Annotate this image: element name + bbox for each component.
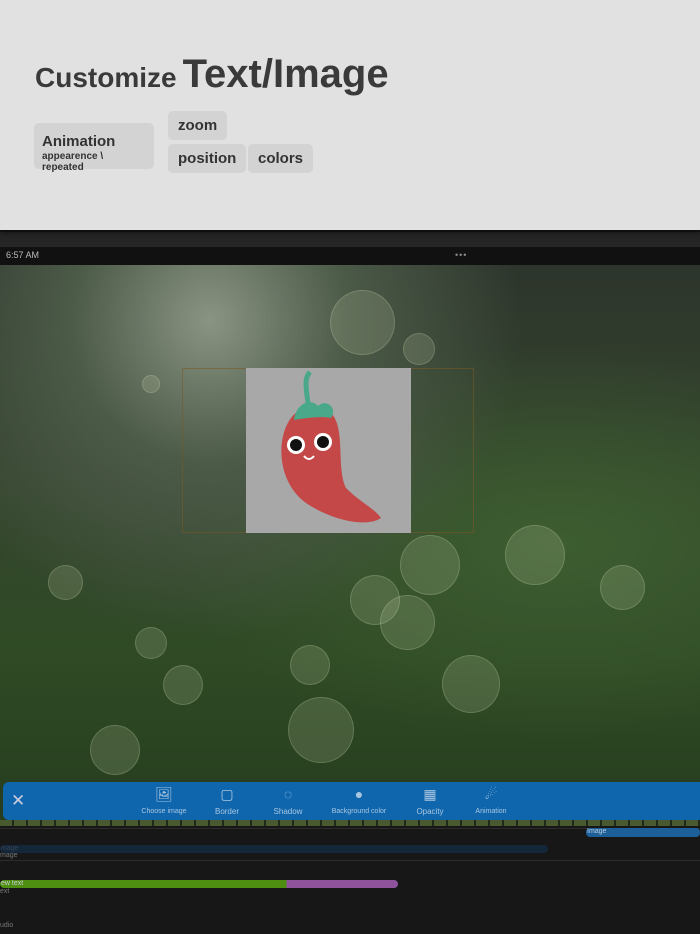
tool-label: Shadow — [273, 807, 303, 816]
track-label-text: ext — [0, 888, 10, 895]
tool-label: Background color — [331, 808, 387, 815]
chip-animation: Animation appearence \ repeated — [34, 123, 154, 173]
chili-illustration — [281, 370, 381, 523]
animation-icon: ☄ — [484, 786, 498, 802]
tool-label: Opacity — [416, 807, 444, 816]
palette-icon: ● — [354, 786, 364, 802]
tool-choose-image[interactable]: 🖼 Choose image — [129, 785, 199, 815]
video-canvas[interactable] — [0, 265, 700, 822]
track-label-audio: udio — [0, 922, 14, 929]
image-track-clip[interactable]: mage — [0, 845, 548, 853]
text-clip[interactable]: ew text — [0, 880, 398, 888]
status-bar: 6:57 AM ••• — [0, 247, 700, 265]
timeline: Image mage mage ew text ext udio — [0, 826, 700, 934]
chip-sublabel: appearence \ repeated — [42, 151, 104, 173]
chip-label: Animation — [42, 133, 116, 150]
image-plus-icon: 🖼 — [155, 786, 173, 802]
device-top-bezel — [0, 232, 700, 247]
image-clip-selected[interactable]: Image — [586, 828, 700, 837]
border-icon: ▢ — [220, 786, 234, 802]
track-label-image: mage — [0, 852, 18, 859]
promo-banner: Customize Text/Image Animation appearence … — [0, 0, 700, 230]
tool-opacity[interactable]: ▦ Opacity — [395, 785, 465, 816]
close-icon[interactable]: ✕ — [11, 791, 25, 811]
image-edit-toolbar: ✕ 🖼 Choose image ▢ Border ◌ Shadow ● Backgro… — [3, 782, 700, 820]
more-dots-icon[interactable]: ••• — [455, 250, 467, 260]
shadow-icon: ◌ — [283, 786, 293, 802]
promo-title: Customize Text/Image — [35, 52, 389, 97]
title-big: Text/Image — [182, 52, 389, 96]
chip-position: position — [168, 144, 247, 173]
chip-colors: colors — [248, 144, 314, 173]
tool-background-color[interactable]: ● Background color — [324, 785, 394, 815]
chip-zoom: zoom — [168, 111, 228, 140]
opacity-icon: ▦ — [423, 786, 437, 802]
tool-label: Animation — [475, 808, 507, 815]
tool-shadow[interactable]: ◌ Shadow — [253, 785, 323, 816]
tool-border[interactable]: ▢ Border — [192, 785, 262, 816]
tool-label: Choose image — [141, 808, 187, 815]
overlay-image-chili[interactable] — [246, 368, 411, 533]
title-small: Customize — [35, 62, 177, 93]
status-time: 6:57 AM — [6, 250, 40, 260]
tool-animation[interactable]: ☄ Animation — [456, 785, 526, 815]
tool-label: Border — [214, 807, 239, 816]
